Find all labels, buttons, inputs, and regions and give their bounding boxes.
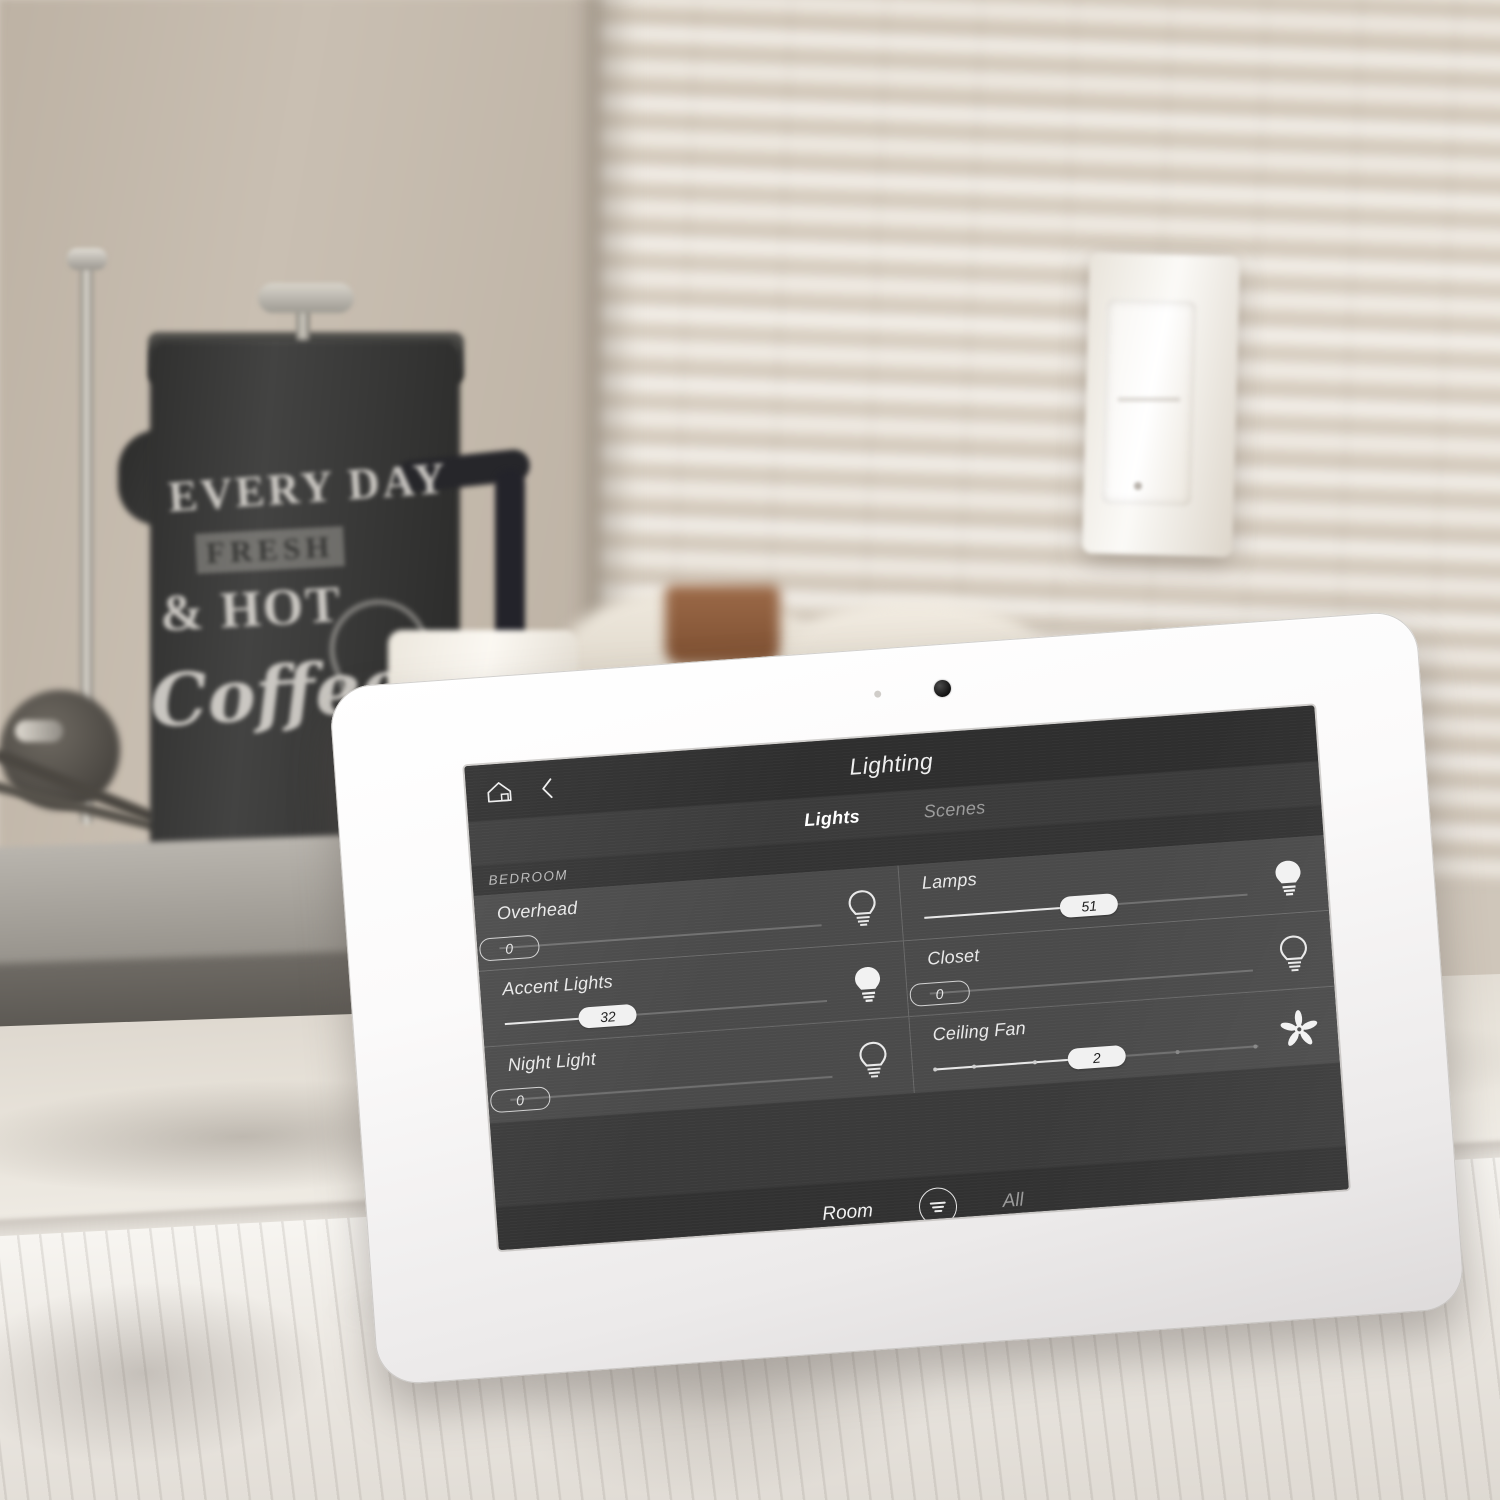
bulb-filled-icon[interactable]	[1263, 852, 1314, 903]
wall-switch-led	[1134, 482, 1142, 490]
fan-tick-2	[1033, 1060, 1038, 1065]
fan-tick-0	[933, 1067, 938, 1072]
background-cutting-board	[665, 585, 780, 665]
slider-thumb[interactable]: 51	[1059, 892, 1119, 919]
slider-track	[510, 1075, 833, 1101]
slider-thumb[interactable]: 2	[1067, 1044, 1127, 1070]
ceiling-fan-icon[interactable]	[1274, 1004, 1325, 1055]
bulb-outline-icon[interactable]	[1268, 928, 1319, 979]
bulb-filled-icon[interactable]	[842, 958, 893, 1009]
scope-all-button[interactable]: All	[1002, 1189, 1025, 1212]
wall-mount-touch-panel: Lighting Lights Scenes BEDROOM Overhead …	[328, 609, 1466, 1387]
wall-switch-rocker	[1101, 298, 1197, 507]
slider-thumb[interactable]: 0	[478, 934, 540, 962]
fan-tick-3	[1175, 1049, 1180, 1055]
slider-thumb[interactable]: 0	[489, 1086, 551, 1114]
tab-scenes[interactable]: Scenes	[923, 797, 986, 822]
scope-room-button[interactable]: Room	[822, 1200, 874, 1226]
paper-towel-rod-cap	[67, 248, 107, 270]
french-press-plunger-knob	[258, 283, 354, 313]
fan-tick-1	[971, 1064, 977, 1069]
bulb-outline-icon[interactable]	[837, 883, 888, 934]
slider-thumb[interactable]: 0	[908, 979, 971, 1008]
slider-track	[499, 924, 822, 949]
tab-lights[interactable]: Lights	[803, 806, 860, 831]
holder-highlight	[15, 720, 63, 742]
section-label: BEDROOM	[487, 866, 569, 888]
wall-switch-divider	[1118, 398, 1180, 401]
slider-track	[929, 969, 1253, 995]
slider-thumb[interactable]: 32	[578, 1003, 638, 1029]
touch-screen: Lighting Lights Scenes BEDROOM Overhead …	[464, 705, 1349, 1251]
bulb-outline-icon[interactable]	[848, 1034, 899, 1085]
fan-tick-4	[1252, 1044, 1258, 1049]
